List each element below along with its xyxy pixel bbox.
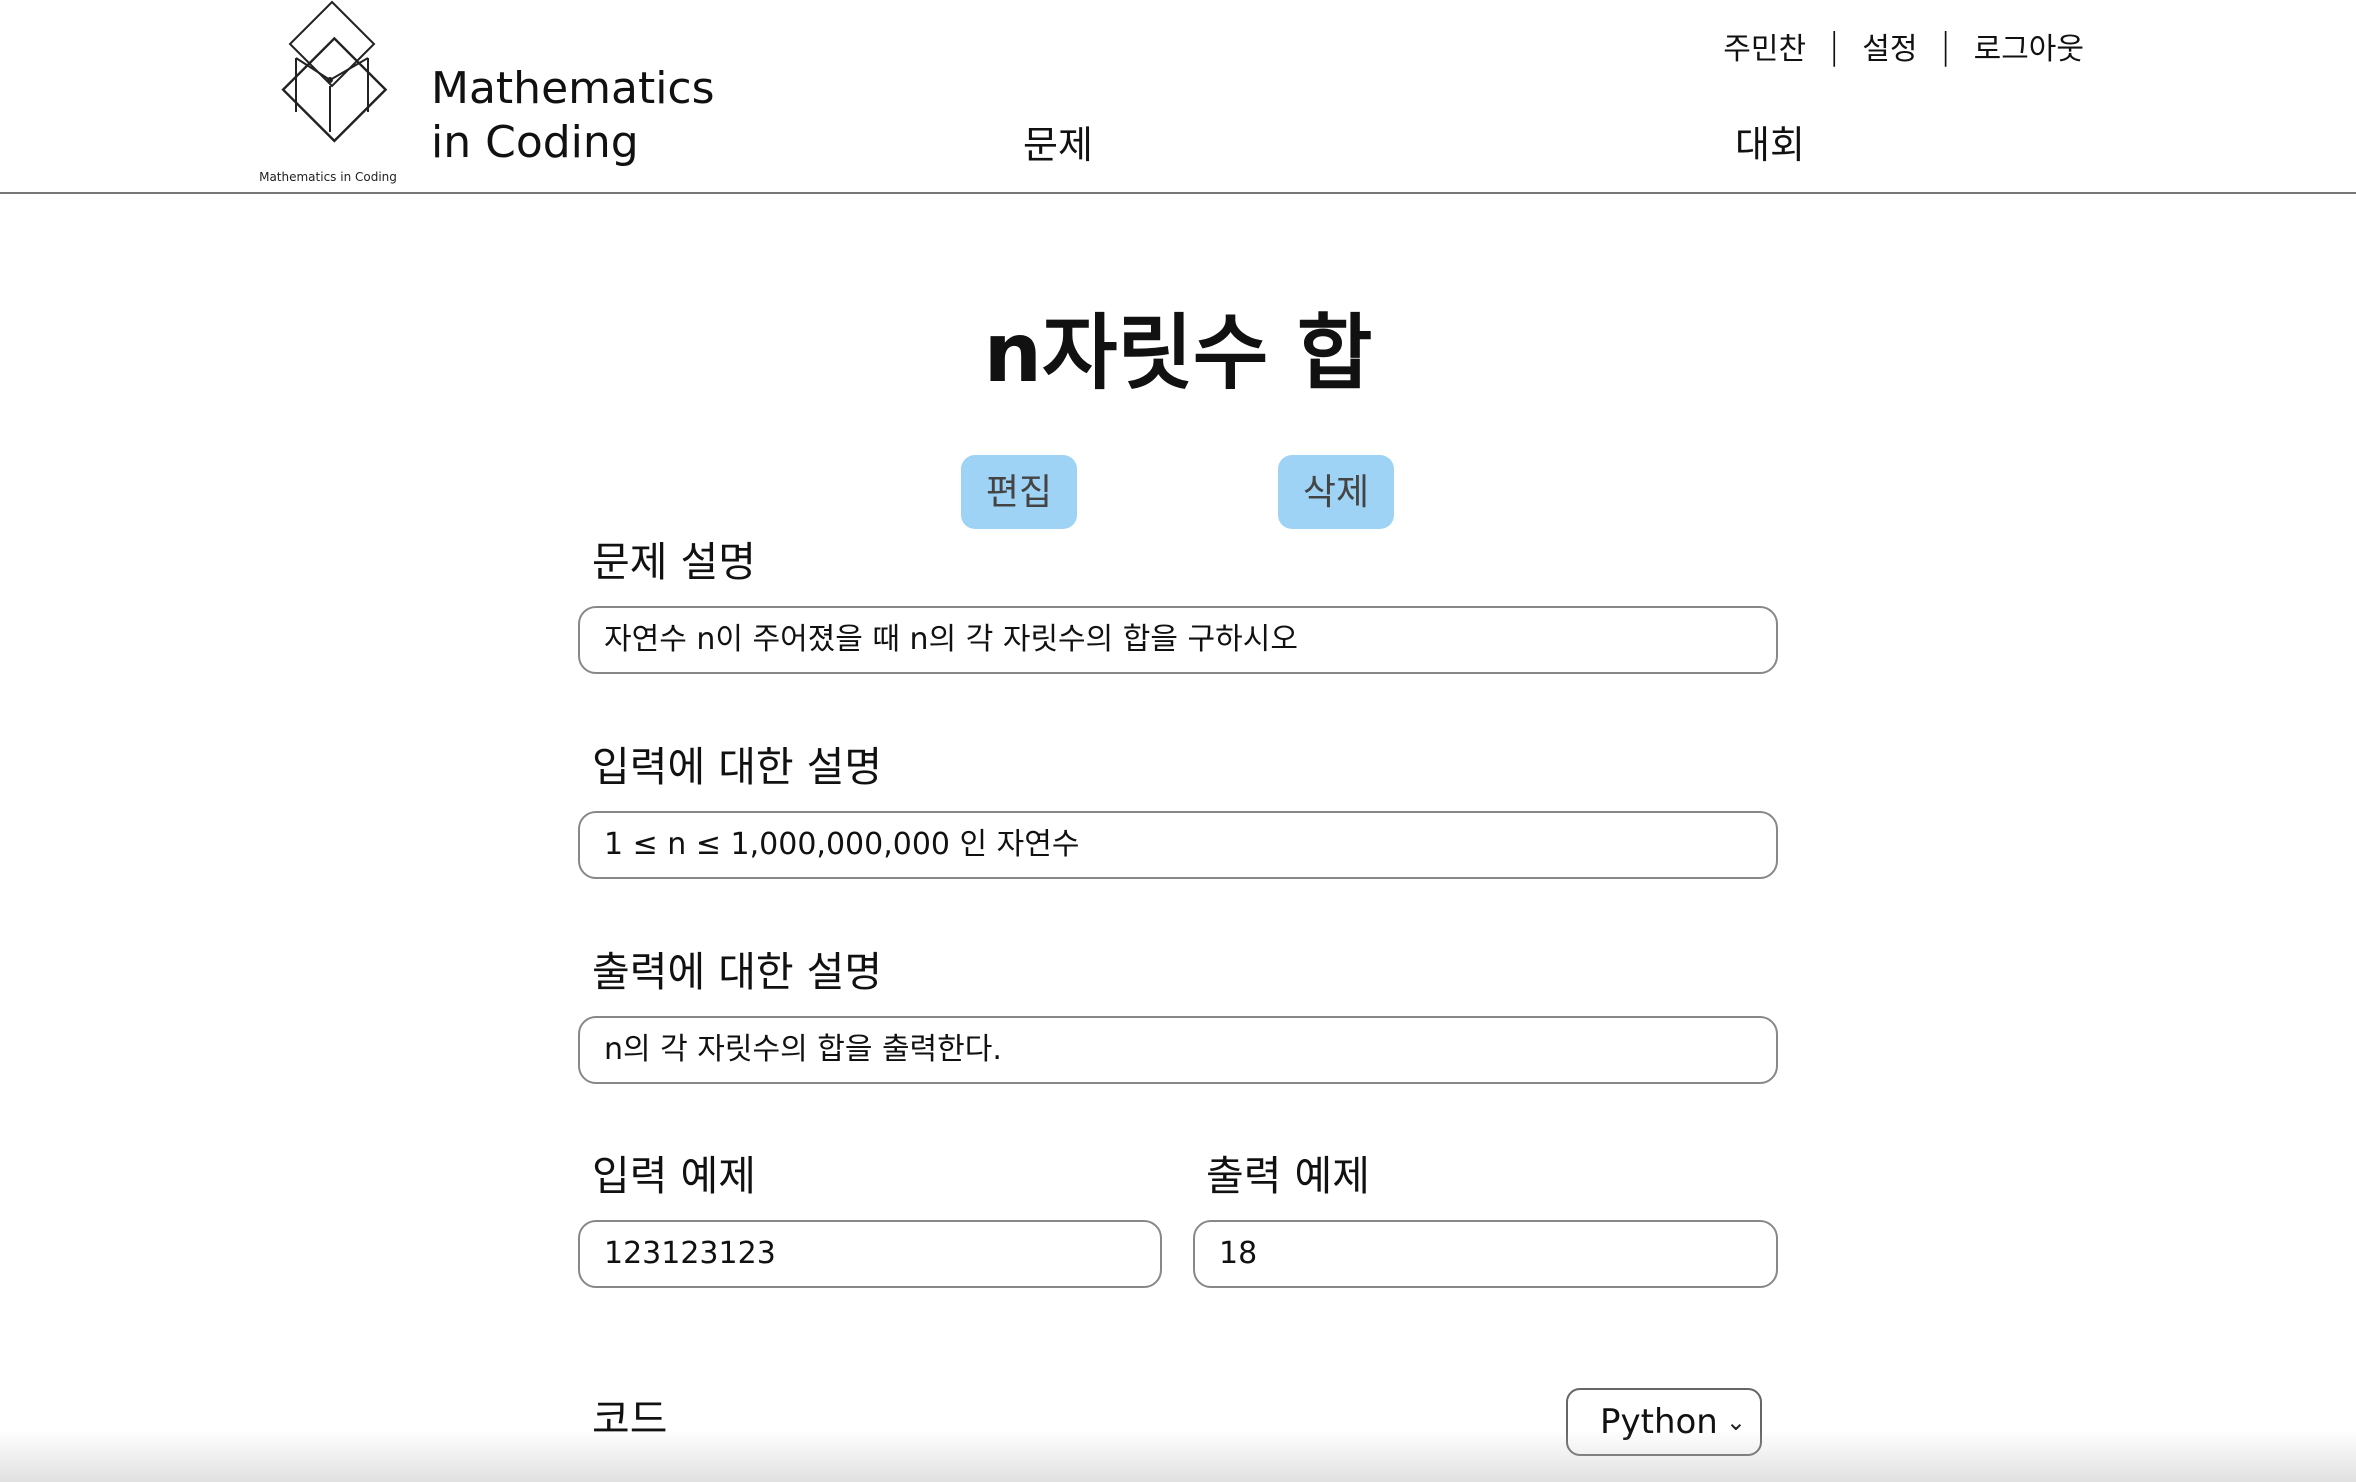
description-field[interactable]: 자연수 n이 주어졌을 때 n의 각 자릿수의 합을 구하시오 [578, 606, 1778, 674]
problem-title: n자릿수 합 [983, 306, 1373, 401]
brand-line-1: Mathematics [431, 63, 715, 114]
input-description-label: 입력에 대한 설명 [592, 743, 883, 791]
edit-button[interactable]: 편집 [961, 455, 1077, 529]
output-description-label: 출력에 대한 설명 [592, 948, 883, 996]
logo-diamond-icon [281, 0, 388, 143]
user-menu: 주민찬 | 설정 | 로그아웃 [1723, 24, 2084, 68]
input-example-label: 입력 예제 [592, 1152, 756, 1200]
logo-caption: Mathematics in Coding [259, 170, 397, 184]
viewport-shadow [0, 1430, 2356, 1482]
language-select[interactable]: Python ⌄ [1566, 1388, 1762, 1456]
separator: | [1939, 25, 1952, 67]
output-description-field[interactable]: n의 각 자릿수의 합을 출력한다. [578, 1016, 1778, 1084]
logout-link[interactable]: 로그아웃 [1974, 24, 2084, 68]
code-label: 코드 [592, 1395, 668, 1443]
site-header: Mathematics in Coding Mathematics in Cod… [0, 0, 2356, 194]
brand-name[interactable]: Mathematics in Coding [431, 62, 715, 170]
description-label: 문제 설명 [592, 538, 756, 586]
brand-line-2: in Coding [431, 117, 639, 168]
user-name-link[interactable]: 주민찬 [1723, 24, 1806, 68]
language-selected-value: Python [1600, 1402, 1718, 1442]
settings-link[interactable]: 설정 [1862, 24, 1917, 68]
input-example-field[interactable]: 123123123 [578, 1220, 1162, 1288]
output-example-label: 출력 예제 [1206, 1152, 1370, 1200]
nav-problems-link[interactable]: 문제 [1023, 114, 1093, 169]
input-description-field[interactable]: 1 ≤ n ≤ 1,000,000,000 인 자연수 [578, 811, 1778, 879]
delete-button[interactable]: 삭제 [1278, 455, 1394, 529]
site-logo[interactable]: Mathematics in Coding [244, 0, 404, 190]
separator: | [1828, 25, 1841, 67]
nav-contest-link[interactable]: 대회 [1735, 114, 1805, 169]
chevron-down-icon: ⌄ [1725, 1408, 1746, 1436]
output-example-field[interactable]: 18 [1193, 1220, 1778, 1288]
